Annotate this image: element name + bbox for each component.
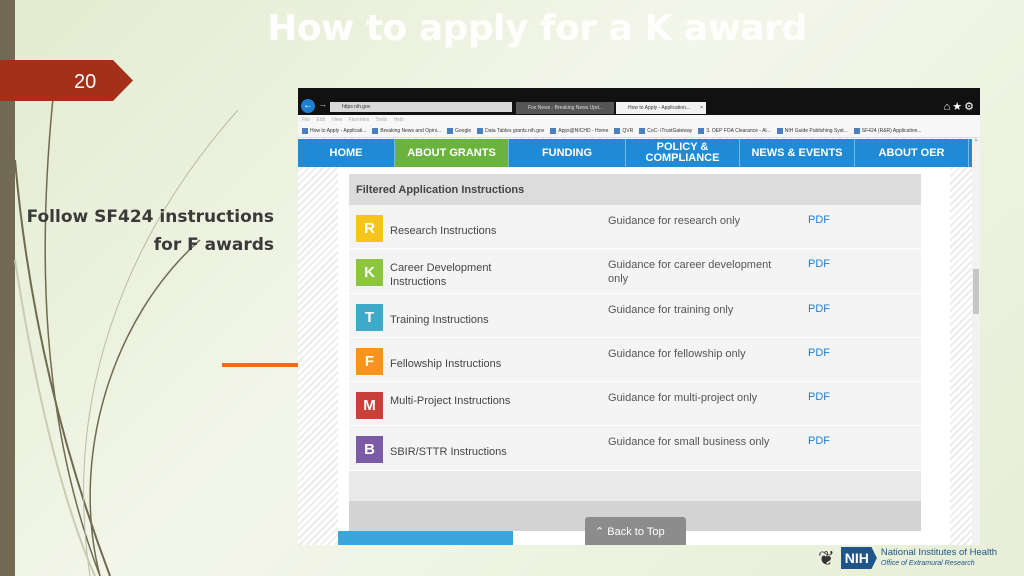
letter-badge: B bbox=[356, 436, 383, 464]
slide-number: 20 bbox=[0, 60, 133, 101]
address-bar[interactable]: https nih.gov bbox=[330, 102, 512, 112]
browser-tab[interactable]: Fox News - Breaking News Upd... bbox=[516, 102, 614, 114]
letter-badge: M bbox=[356, 392, 383, 420]
nih-name: National Institutes of Health bbox=[880, 547, 998, 558]
pdf-link[interactable]: PDF bbox=[808, 303, 830, 315]
nav-funding[interactable]: FUNDING bbox=[509, 139, 626, 167]
instruction-guidance: Guidance for training only bbox=[608, 303, 734, 316]
browser-toolbar: ← → https nih.gov Fox News - Breaking Ne… bbox=[298, 88, 980, 115]
back-to-top-label: Back to Top bbox=[607, 526, 665, 538]
instruction-name[interactable]: Career Development Instructions bbox=[390, 261, 530, 289]
favorite-link[interactable]: Data Tables grants.nih.gov bbox=[477, 128, 544, 134]
instruction-row: F Fellowship Instructions Guidance for fel… bbox=[349, 337, 921, 383]
instruction-guidance: Guidance for small business only bbox=[608, 436, 770, 449]
menu-bar[interactable]: File Edit View Favorites Tools Help bbox=[298, 115, 980, 125]
page-content: Filtered Application Instructions R Resea… bbox=[338, 167, 950, 545]
site-nav: HOME ABOUT GRANTS FUNDING POLICY & COMPLIAN… bbox=[298, 139, 972, 167]
pdf-link[interactable]: PDF bbox=[808, 258, 830, 270]
instructions-panel: Filtered Application Instructions R Resea… bbox=[349, 174, 921, 531]
slide-title: How to apply for a K award bbox=[267, 8, 807, 49]
instruction-guidance: Guidance for research only bbox=[608, 215, 741, 227]
letter-badge: F bbox=[356, 347, 383, 375]
nav-policy-compliance[interactable]: POLICY & COMPLIANCE bbox=[626, 139, 740, 167]
favorites-bar: How to Apply - Applicati... Breaking News… bbox=[298, 125, 980, 138]
instruction-name[interactable]: Training Instructions bbox=[390, 313, 530, 327]
browser-screenshot: ← → https nih.gov Fox News - Breaking Ne… bbox=[298, 88, 980, 545]
nav-home[interactable]: HOME bbox=[298, 139, 395, 167]
instruction-guidance: Guidance for multi-project only bbox=[608, 392, 758, 405]
instruction-row: R Research Instructions Guidance for resea… bbox=[349, 205, 921, 250]
instruction-name[interactable]: Research Instructions bbox=[390, 224, 530, 238]
favorite-link[interactable]: Breaking News and Opini... bbox=[372, 128, 441, 134]
favorite-link[interactable]: 3. OEP FOA Clearance - Al... bbox=[698, 128, 770, 134]
favorite-link[interactable]: SF424 (R&R) Application... bbox=[854, 128, 922, 134]
letter-badge: R bbox=[356, 215, 383, 242]
instruction-row: K Career Development Instructions Guidance… bbox=[349, 249, 921, 294]
favorite-link[interactable]: NIH Guide Publishing Syst... bbox=[777, 128, 848, 134]
instruction-row: M Multi-Project Instructions Guidance for … bbox=[349, 382, 921, 427]
instruction-guidance: Guidance for career development only bbox=[608, 259, 772, 286]
nih-logo: ❦ NIH National Institutes of Health Offic… bbox=[818, 544, 997, 572]
letter-badge: T bbox=[356, 303, 383, 331]
home-icon[interactable]: ⌂ bbox=[944, 101, 953, 113]
nav-about-oer[interactable]: ABOUT OER bbox=[855, 139, 969, 167]
back-arrow-icon[interactable]: ← bbox=[301, 99, 315, 113]
pdf-link[interactable]: PDF bbox=[808, 347, 830, 359]
slide-note: Follow SF424 instructions for F awards bbox=[27, 203, 274, 259]
note-line-2: for F awards bbox=[153, 235, 274, 255]
back-to-top-button[interactable]: ⌃ Back to Top bbox=[585, 517, 686, 545]
letter-badge: K bbox=[356, 259, 383, 287]
forward-arrow-icon[interactable]: → bbox=[318, 99, 327, 109]
scrollbar-thumb[interactable] bbox=[973, 269, 979, 314]
nav-about-grants[interactable]: ABOUT GRANTS bbox=[395, 139, 509, 167]
nih-office: Office of Extramural Research bbox=[880, 560, 975, 567]
close-icon[interactable]: × bbox=[700, 102, 703, 114]
nav-news-events[interactable]: NEWS & EVENTS bbox=[740, 139, 855, 167]
pdf-link[interactable]: PDF bbox=[808, 214, 830, 226]
browser-tab-active[interactable]: How to Apply - Application... × bbox=[616, 102, 706, 114]
tab-label: How to Apply - Application... bbox=[628, 105, 690, 111]
pdf-link[interactable]: PDF bbox=[808, 435, 830, 447]
favorite-link[interactable]: Apps@NICHD - Home bbox=[550, 128, 608, 134]
favorite-link[interactable]: CoC- iTrustGateway bbox=[639, 128, 692, 134]
instruction-name[interactable]: Multi-Project Instructions bbox=[390, 394, 530, 408]
hhs-eagle-icon: ❦ bbox=[818, 547, 835, 570]
note-line-1: Follow SF424 instructions bbox=[26, 207, 274, 227]
instruction-row: T Training Instructions Guidance for train… bbox=[349, 293, 921, 338]
favorite-link[interactable]: QVR bbox=[614, 128, 633, 134]
footer-blue-block bbox=[338, 531, 513, 545]
instruction-name[interactable]: Fellowship Instructions bbox=[390, 357, 530, 371]
panel-header: Filtered Application Instructions bbox=[349, 174, 921, 205]
chevron-up-icon[interactable]: ^ bbox=[972, 139, 980, 146]
nih-badge: NIH bbox=[840, 547, 877, 569]
instruction-row: B SBIR/STTR Instructions Guidance for smal… bbox=[349, 426, 921, 471]
gear-icon[interactable]: ⚙ bbox=[964, 101, 976, 113]
star-icon[interactable]: ★ bbox=[952, 101, 964, 113]
favorite-link[interactable]: Google bbox=[447, 128, 471, 134]
chevron-up-icon: ⌃ bbox=[595, 526, 605, 538]
panel-footer-light bbox=[349, 470, 921, 501]
instruction-guidance: Guidance for fellowship only bbox=[608, 347, 746, 360]
favorite-link[interactable]: How to Apply - Applicati... bbox=[302, 128, 366, 134]
scrollbar[interactable]: ^ bbox=[972, 139, 980, 545]
instruction-name[interactable]: SBIR/STTR Instructions bbox=[390, 445, 530, 459]
toolbar-icons: ⌂★⚙ bbox=[944, 100, 976, 113]
pdf-link[interactable]: PDF bbox=[808, 391, 830, 403]
